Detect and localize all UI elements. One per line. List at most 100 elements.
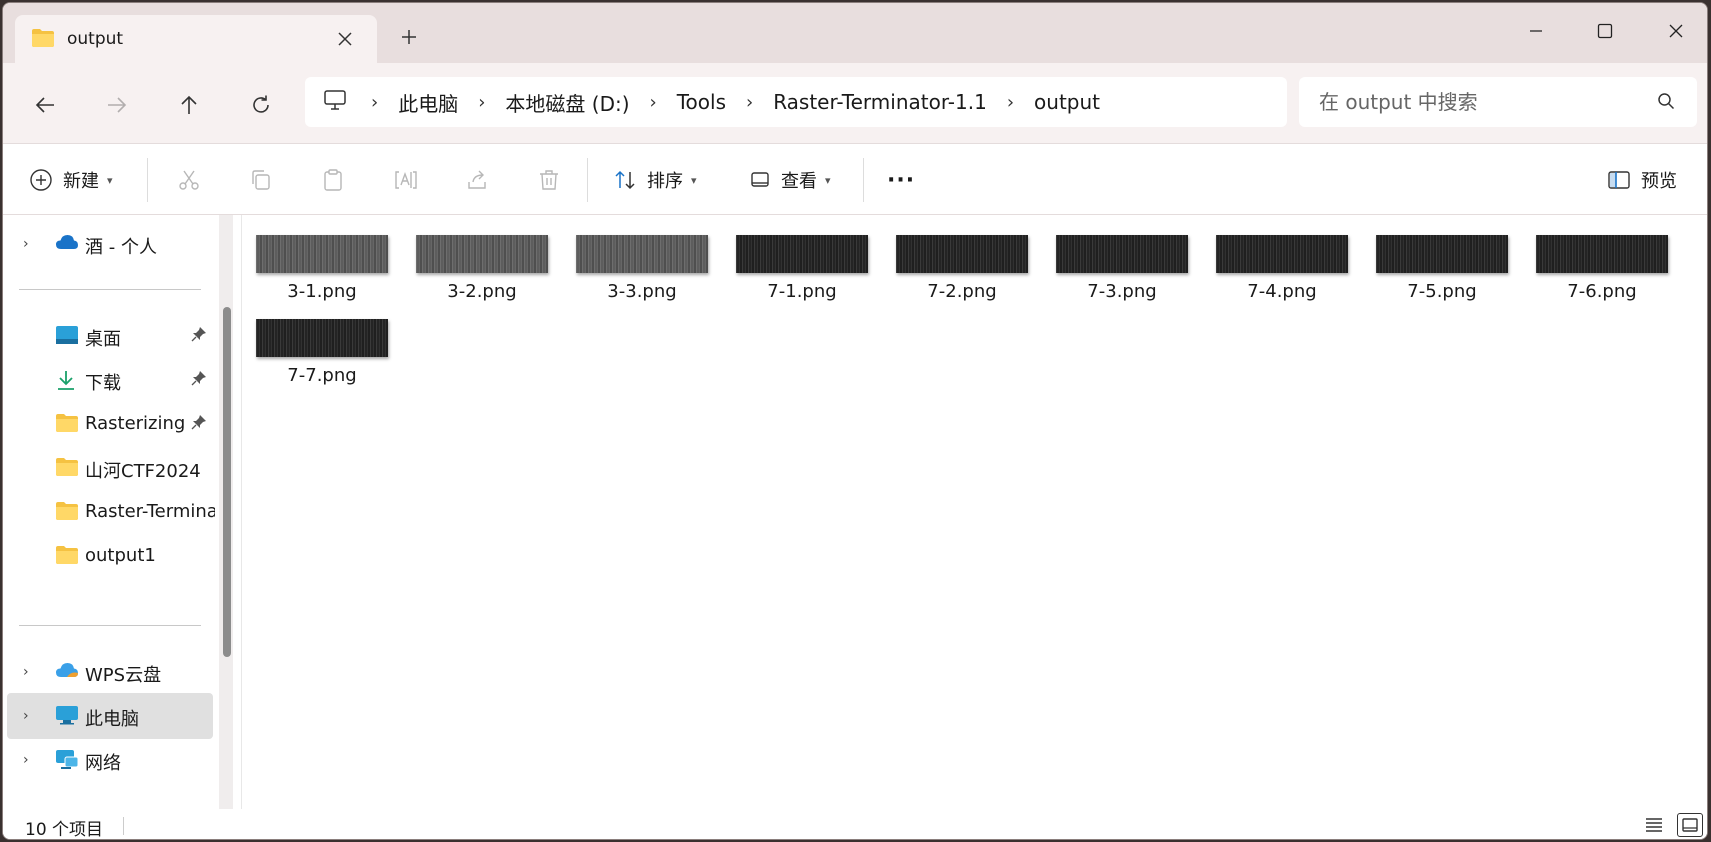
details-view-icon <box>1646 818 1662 832</box>
close-window-button[interactable] <box>1653 13 1699 49</box>
minimize-button[interactable] <box>1513 13 1559 49</box>
file-item[interactable]: 7-3.png <box>1042 215 1192 302</box>
chevron-right-icon[interactable]: › <box>650 92 657 113</box>
folder-icon <box>55 545 79 570</box>
pin-icon[interactable] <box>191 414 207 435</box>
file-name: 7-2.png <box>927 281 997 302</box>
wps-cloud-icon <box>55 661 79 684</box>
rename-button[interactable] <box>393 162 419 198</box>
add-circle-icon <box>30 169 52 191</box>
share-icon <box>468 170 486 189</box>
chevron-right-icon[interactable]: › <box>746 92 753 113</box>
chevron-right-icon[interactable]: › <box>23 708 29 724</box>
preview-pane-button[interactable]: 预览 <box>1607 162 1677 198</box>
file-item[interactable]: 7-4.png <box>1202 215 1352 302</box>
chevron-down-icon: ▾ <box>825 173 831 187</box>
sidebar-item-wps-cloud[interactable]: › WPS云盘 <box>7 649 213 695</box>
search-icon[interactable] <box>1657 92 1675 114</box>
file-item[interactable]: 7-2.png <box>882 215 1032 302</box>
cut-button[interactable] <box>177 162 201 198</box>
sidebar-divider <box>19 289 201 290</box>
tab-output[interactable]: output <box>15 15 377 63</box>
file-thumbnail <box>1216 235 1348 273</box>
sidebar-item-label: WPS云盘 <box>85 665 162 686</box>
refresh-button[interactable] <box>243 87 279 123</box>
forward-button[interactable] <box>99 87 135 123</box>
breadcrumb-local-disk[interactable]: 本地磁盘 (D:) <box>505 88 629 117</box>
view-button[interactable]: 查看 ▾ <box>749 162 831 198</box>
breadcrumb-raster-terminator[interactable]: Raster-Terminator-1.1 <box>773 90 987 114</box>
file-thumbnail <box>736 235 868 273</box>
view-button-label: 查看 <box>781 171 817 192</box>
file-item[interactable]: 3-3.png <box>562 215 712 302</box>
scissors-icon <box>179 170 199 190</box>
back-button[interactable] <box>27 87 63 123</box>
copy-button[interactable] <box>249 162 273 198</box>
file-name: 7-4.png <box>1247 281 1317 302</box>
file-item[interactable]: 7-1.png <box>722 215 872 302</box>
file-thumbnail <box>1536 235 1668 273</box>
pin-icon[interactable] <box>191 370 207 391</box>
chevron-down-icon: ▾ <box>107 173 113 187</box>
chevron-right-icon[interactable]: › <box>23 236 29 252</box>
breadcrumb-this-pc[interactable]: 此电脑 <box>398 88 458 117</box>
sidebar-item-downloads[interactable]: 下载 <box>7 357 213 403</box>
up-button[interactable] <box>171 87 207 123</box>
sort-button[interactable]: 排序 ▾ <box>613 162 697 198</box>
close-tab-icon[interactable] <box>333 27 357 51</box>
delete-button[interactable] <box>537 162 561 198</box>
file-item[interactable]: 3-1.png <box>242 215 392 302</box>
download-icon <box>55 369 77 396</box>
file-name: 7-1.png <box>767 281 837 302</box>
file-list-area[interactable]: 3-1.png 3-2.png 3-3.png 7-1.png 7-2.png … <box>241 215 1707 809</box>
title-bar: output <box>3 3 1707 63</box>
navigation-bar: › 此电脑 › 本地磁盘 (D:) › Tools › Raster-Termi… <box>3 63 1707 143</box>
desktop-icon <box>55 325 79 350</box>
chevron-right-icon[interactable]: › <box>23 752 29 768</box>
sidebar-item-output1[interactable]: output1 <box>7 533 213 579</box>
paste-button[interactable] <box>321 162 345 198</box>
breadcrumb-tools[interactable]: Tools <box>677 90 726 114</box>
chevron-right-icon[interactable]: › <box>371 92 378 113</box>
sidebar-item-label: 山河CTF2024 <box>85 461 201 482</box>
chevron-down-icon: ▾ <box>691 173 697 187</box>
new-button-label: 新建 <box>63 171 99 192</box>
view-icon <box>751 172 769 187</box>
share-button[interactable] <box>465 162 489 198</box>
computer-icon[interactable] <box>323 89 347 115</box>
sidebar-item-this-pc[interactable]: › 此电脑 <box>7 693 213 739</box>
pin-icon[interactable] <box>191 326 207 347</box>
file-item[interactable]: 7-5.png <box>1362 215 1512 302</box>
clipboard-icon <box>324 169 342 191</box>
sidebar-item-label: Raster-Termina <box>85 501 215 522</box>
sidebar-item-network[interactable]: › 网络 <box>7 737 213 783</box>
sidebar-item-raster-terminator[interactable]: Raster-Termina <box>7 489 215 535</box>
file-item[interactable]: 3-2.png <box>402 215 552 302</box>
more-options-button[interactable]: ··· <box>887 162 915 198</box>
file-item[interactable]: 7-6.png <box>1522 215 1672 302</box>
sidebar-item-shanhe-ctf[interactable]: 山河CTF2024 <box>7 445 213 491</box>
chevron-right-icon[interactable]: › <box>23 664 29 680</box>
preview-pane-icon <box>1608 171 1630 189</box>
search-box[interactable] <box>1299 77 1697 127</box>
chevron-right-icon[interactable]: › <box>1007 92 1014 113</box>
breadcrumb-output[interactable]: output <box>1034 90 1100 114</box>
file-name: 3-3.png <box>607 281 677 302</box>
search-input[interactable] <box>1319 89 1639 115</box>
more-options-icon: ··· <box>887 167 916 193</box>
new-tab-icon[interactable] <box>399 27 423 51</box>
file-item[interactable]: 7-7.png <box>242 299 392 386</box>
details-view-button[interactable] <box>1641 813 1667 837</box>
maximize-button[interactable] <box>1582 13 1628 49</box>
sidebar-item-desktop[interactable]: 桌面 <box>7 313 213 359</box>
file-thumbnail <box>896 235 1028 273</box>
network-icon <box>55 749 79 776</box>
sidebar-scrollbar-thumb[interactable] <box>223 307 231 657</box>
folder-icon <box>55 501 79 526</box>
sidebar-item-onedrive[interactable]: › 酒 - 个人 <box>7 221 213 267</box>
address-bar[interactable]: › 此电脑 › 本地磁盘 (D:) › Tools › Raster-Termi… <box>305 77 1287 127</box>
tiles-view-button[interactable] <box>1677 813 1703 837</box>
new-button[interactable]: 新建 ▾ <box>29 162 113 198</box>
chevron-right-icon[interactable]: › <box>478 92 485 113</box>
sidebar-item-rasterizing[interactable]: Rasterizing T <box>7 401 213 447</box>
